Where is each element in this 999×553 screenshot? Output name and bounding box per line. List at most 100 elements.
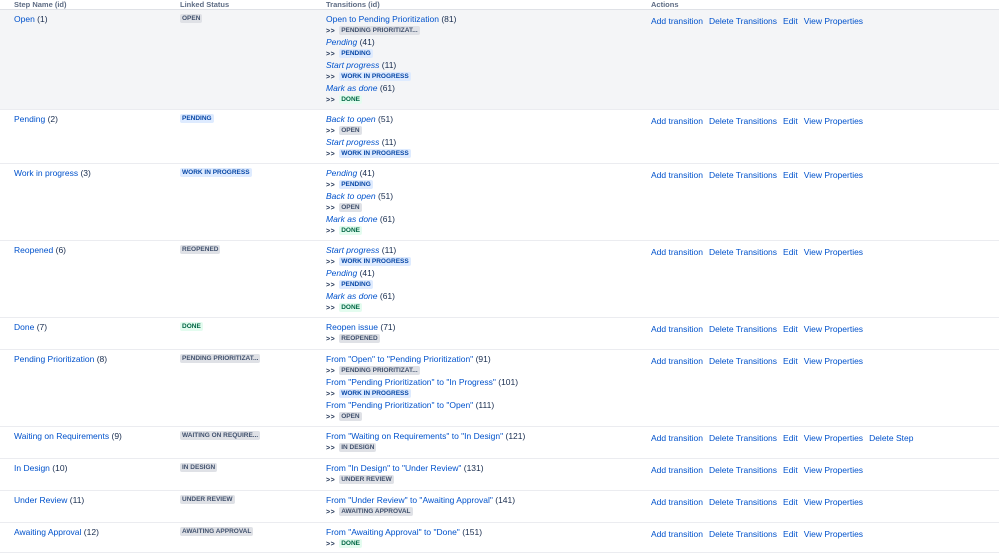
add-transition-link[interactable]: Add transition: [651, 356, 703, 366]
transition-link[interactable]: From "Under Review" to "Awaiting Approva…: [326, 495, 493, 505]
step-name-link[interactable]: Awaiting Approval: [14, 527, 81, 537]
step-name-cell: Work in progress (3): [0, 163, 180, 241]
destination-status-badge: OPEN: [339, 202, 362, 212]
transitions-cell: Open to Pending Prioritization (81) >> PE…: [326, 9, 651, 110]
edit-link[interactable]: Edit: [783, 16, 798, 26]
transition-link[interactable]: Pending: [326, 37, 357, 47]
transition-link[interactable]: From "Waiting on Requirements" to "In De…: [326, 431, 503, 441]
transition-link[interactable]: Back to open: [326, 114, 376, 124]
arrow-icon: >>: [326, 204, 336, 212]
add-transition-link[interactable]: Add transition: [651, 433, 703, 443]
delete-transitions-link[interactable]: Delete Transitions: [709, 356, 777, 366]
transition-link[interactable]: Mark as done: [326, 214, 378, 224]
delete-transitions-link[interactable]: Delete Transitions: [709, 247, 777, 257]
transition-link[interactable]: From "Awaiting Approval" to "Done": [326, 527, 460, 537]
add-transition-link[interactable]: Add transition: [651, 465, 703, 475]
step-name-link[interactable]: Pending Prioritization: [14, 354, 94, 364]
edit-link[interactable]: Edit: [783, 529, 798, 539]
add-transition-link[interactable]: Add transition: [651, 529, 703, 539]
view-properties-link[interactable]: View Properties: [804, 433, 863, 443]
arrow-icon: >>: [326, 335, 336, 343]
transition-link[interactable]: Start progress: [326, 137, 379, 147]
view-properties-link[interactable]: View Properties: [804, 465, 863, 475]
add-transition-link[interactable]: Add transition: [651, 116, 703, 126]
step-name-link[interactable]: Done: [14, 322, 34, 332]
delete-transitions-link[interactable]: Delete Transitions: [709, 433, 777, 443]
arrow-icon: >>: [326, 390, 336, 398]
view-properties-link[interactable]: View Properties: [804, 16, 863, 26]
transition-id: (141): [495, 495, 516, 505]
destination-status-badge: PENDING: [339, 48, 373, 58]
delete-transitions-link[interactable]: Delete Transitions: [709, 16, 777, 26]
view-properties-link[interactable]: View Properties: [804, 324, 863, 334]
transition-link[interactable]: Start progress: [326, 60, 379, 70]
step-name-link[interactable]: Waiting on Requirements: [14, 431, 109, 441]
step-name-link[interactable]: Reopened: [14, 245, 53, 255]
transition-link[interactable]: Open to Pending Prioritization: [326, 14, 439, 24]
transition-link[interactable]: Reopen issue: [326, 322, 378, 332]
step-name-link[interactable]: Open: [14, 14, 35, 24]
linked-status-cell: DONE: [180, 317, 326, 350]
transition-link[interactable]: Start progress: [326, 245, 379, 255]
edit-link[interactable]: Edit: [783, 247, 798, 257]
add-transition-link[interactable]: Add transition: [651, 247, 703, 257]
step-name-link[interactable]: Work in progress: [14, 168, 78, 178]
table-row: Pending (2) PENDING Back to open (51) >>…: [0, 109, 999, 164]
view-properties-link[interactable]: View Properties: [804, 356, 863, 366]
transition-link[interactable]: From "Pending Prioritization" to "Open": [326, 400, 473, 410]
step-name-link[interactable]: In Design: [14, 463, 50, 473]
step-name-link[interactable]: Pending: [14, 114, 45, 124]
transition-item: From "Awaiting Approval" to "Done" (151): [326, 527, 651, 539]
step-name-cell: Waiting on Requirements (9): [0, 426, 180, 459]
edit-link[interactable]: Edit: [783, 170, 798, 180]
view-properties-link[interactable]: View Properties: [804, 529, 863, 539]
transition-item: Pending (41): [326, 268, 651, 280]
step-name-link[interactable]: Under Review: [14, 495, 67, 505]
transition-item: From "Waiting on Requirements" to "In De…: [326, 431, 651, 443]
view-properties-link[interactable]: View Properties: [804, 116, 863, 126]
add-transition-link[interactable]: Add transition: [651, 324, 703, 334]
transition-link[interactable]: From "Pending Prioritization" to "In Pro…: [326, 377, 496, 387]
delete-step-link[interactable]: Delete Step: [869, 433, 913, 443]
edit-link[interactable]: Edit: [783, 433, 798, 443]
edit-link[interactable]: Edit: [783, 324, 798, 334]
add-transition-link[interactable]: Add transition: [651, 16, 703, 26]
transition-destination: >> WORK IN PROGRESS: [326, 71, 651, 84]
transition-destination: >> UNDER REVIEW: [326, 474, 651, 487]
transition-link[interactable]: From "In Design" to "Under Review": [326, 463, 461, 473]
transition-id: (61): [379, 291, 395, 301]
transition-id: (151): [462, 527, 483, 537]
add-transition-link[interactable]: Add transition: [651, 170, 703, 180]
delete-transitions-link[interactable]: Delete Transitions: [709, 324, 777, 334]
delete-transitions-link[interactable]: Delete Transitions: [709, 465, 777, 475]
edit-link[interactable]: Edit: [783, 465, 798, 475]
view-properties-link[interactable]: View Properties: [804, 170, 863, 180]
transition-item: Open to Pending Prioritization (81): [326, 14, 651, 26]
transition-item: Back to open (51): [326, 114, 651, 126]
transition-link[interactable]: From "Open" to "Pending Prioritization": [326, 354, 473, 364]
view-properties-link[interactable]: View Properties: [804, 247, 863, 257]
transition-link[interactable]: Mark as done: [326, 291, 378, 301]
transition-link[interactable]: Pending: [326, 268, 357, 278]
view-properties-link[interactable]: View Properties: [804, 497, 863, 507]
linked-status-cell: REOPENED: [180, 240, 326, 318]
destination-status-badge: OPEN: [339, 411, 362, 421]
edit-link[interactable]: Edit: [783, 356, 798, 366]
transition-link[interactable]: Mark as done: [326, 83, 378, 93]
delete-transitions-link[interactable]: Delete Transitions: [709, 529, 777, 539]
arrow-icon: >>: [326, 281, 336, 289]
linked-status-badge: REOPENED: [180, 245, 221, 254]
edit-link[interactable]: Edit: [783, 116, 798, 126]
transition-item: From "Under Review" to "Awaiting Approva…: [326, 495, 651, 507]
linked-status-cell: WORK IN PROGRESS: [180, 163, 326, 241]
transition-link[interactable]: Back to open: [326, 191, 376, 201]
delete-transitions-link[interactable]: Delete Transitions: [709, 497, 777, 507]
add-transition-link[interactable]: Add transition: [651, 497, 703, 507]
delete-transitions-link[interactable]: Delete Transitions: [709, 170, 777, 180]
destination-status-badge: PENDING PRIORITIZAT...: [339, 365, 420, 375]
header-transitions: Transitions (id): [326, 0, 651, 10]
transition-destination: >> OPEN: [326, 202, 651, 215]
delete-transitions-link[interactable]: Delete Transitions: [709, 116, 777, 126]
transition-link[interactable]: Pending: [326, 168, 357, 178]
edit-link[interactable]: Edit: [783, 497, 798, 507]
